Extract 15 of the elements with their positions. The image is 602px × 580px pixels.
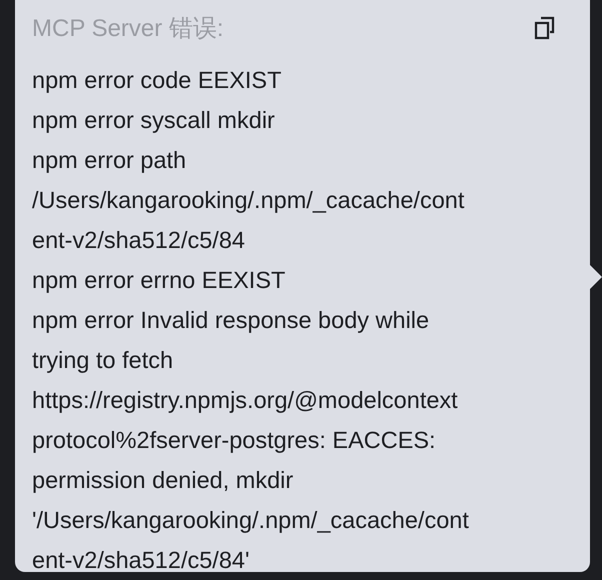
error-text-line: ent-v2/sha512/c5/84' [32, 546, 250, 575]
tooltip-title: MCP Server 错误: [32, 14, 224, 44]
error-text-line: ent-v2/sha512/c5/84 [32, 226, 246, 255]
error-text-line: npm error Invalid response body while [32, 306, 430, 335]
error-text-line: npm error path [32, 146, 188, 175]
copy-icon[interactable] [534, 16, 556, 40]
error-text-line: https://registry.npmjs.org/@modelcontext [32, 386, 459, 415]
error-text-line: trying to fetch [32, 346, 174, 375]
error-text-line: permission denied, mkdir [32, 466, 294, 495]
error-text-line: '/Users/kangarooking/.npm/_cacache/cont [32, 506, 470, 535]
error-text-line: npm error code EEXIST [32, 66, 282, 95]
error-text-line: /Users/kangarooking/.npm/_cacache/cont [32, 186, 466, 215]
error-text-line: protocol%2fserver-postgres: EACCES: [32, 426, 437, 455]
error-text-line: npm error syscall mkdir [32, 106, 276, 135]
error-text-line: npm error errno EEXIST [32, 266, 286, 295]
